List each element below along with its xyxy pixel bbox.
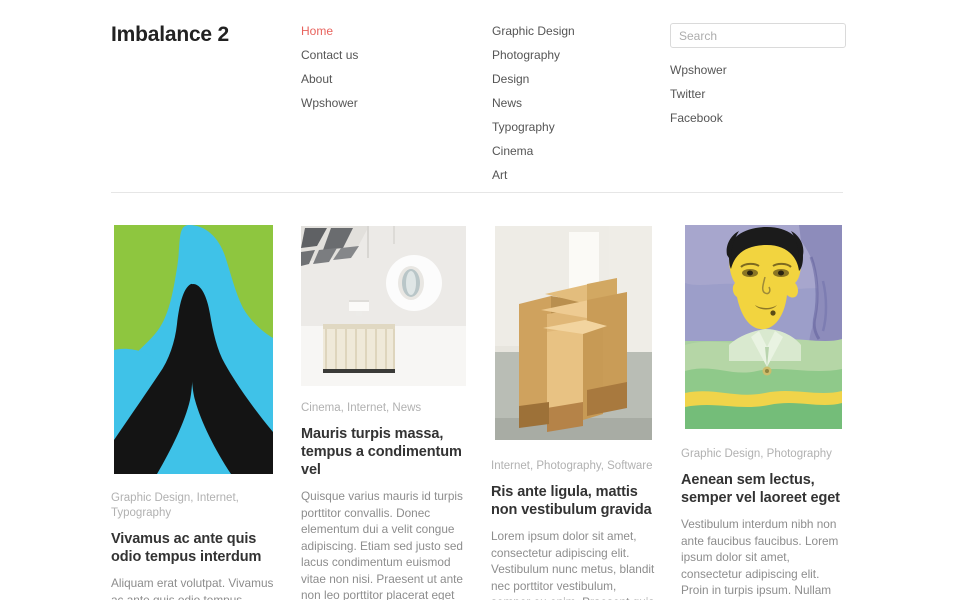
nav-item-news[interactable]: News [492,94,575,113]
nav-item-graphic-design[interactable]: Graphic Design [492,22,575,41]
post-item: Graphic Design, Photography Aenean sem l… [681,193,846,600]
post-excerpt: Vestibulum interdum nibh non ante faucib… [681,517,839,600]
wooden-beam-sculpture-photo-image [491,222,656,444]
post-thumbnail-link[interactable] [681,221,846,433]
white-gallery-interior-photo-image [301,226,466,386]
primary-nav: Home Contact us About Wpshower [301,22,358,118]
nav-item-home[interactable]: Home [301,22,358,41]
nav-item-wpshower[interactable]: Wpshower [301,94,358,113]
post-excerpt: Aliquam erat volutpat. Vivamus ac ante q… [111,576,274,600]
post-thumbnail-link[interactable] [111,222,276,477]
social-link-facebook[interactable]: Facebook [670,109,846,128]
post-thumbnail-link[interactable] [491,222,656,444]
social-link-wpshower[interactable]: Wpshower [670,61,846,80]
post-item: Cinema, Internet, News Mauris turpis mas… [301,193,466,600]
post-excerpt: Quisque varius mauris id turpis porttito… [301,489,463,600]
post-categories: Cinema, Internet, News [301,402,422,414]
social-link-twitter[interactable]: Twitter [670,85,846,104]
nav-item-art[interactable]: Art [492,166,575,185]
post-title[interactable]: Aenean sem lectus, semper vel laoreet eg… [681,471,846,507]
category-nav: Graphic Design Photography Design News T… [492,22,575,190]
post-item: Graphic Design, Internet, Typography Viv… [111,193,276,600]
search-input[interactable] [670,23,846,48]
social-links: Wpshower Twitter Facebook [670,61,846,128]
post-excerpt: Lorem ipsum dolor sit amet, consectetur … [491,529,655,600]
post-categories: Graphic Design, Photography [681,448,832,460]
post-title[interactable]: Mauris turpis massa, tempus a condimentu… [301,425,466,479]
site-header: Imbalance 2 Home Contact us About Wpshow… [0,0,954,193]
post-grid: Graphic Design, Internet, Typography Viv… [0,193,954,600]
nav-item-cinema[interactable]: Cinema [492,142,575,161]
post-title[interactable]: Vivamus ac ante quis odio tempus interdu… [111,530,276,566]
blue-green-praying-hands-painting-image [111,222,276,477]
nav-item-design[interactable]: Design [492,70,575,89]
nav-item-contact-us[interactable]: Contact us [301,46,358,65]
post-categories: Graphic Design, Internet, Typography [111,492,239,519]
site-title: Imbalance 2 [111,23,230,46]
post-thumbnail-link[interactable] [301,226,466,386]
post-categories: Internet, Photography, Software [491,460,653,472]
nav-item-photography[interactable]: Photography [492,46,575,65]
mao-portrait-silkscreen-image [681,221,846,433]
nav-item-about[interactable]: About [301,70,358,89]
utility-column: Wpshower Twitter Facebook [670,23,846,133]
post-title[interactable]: Ris ante ligula, mattis non vestibulum g… [491,483,656,519]
page-root: Imbalance 2 Home Contact us About Wpshow… [0,0,954,600]
post-item: Internet, Photography, Software Ris ante… [491,193,656,600]
nav-item-typography[interactable]: Typography [492,118,575,137]
